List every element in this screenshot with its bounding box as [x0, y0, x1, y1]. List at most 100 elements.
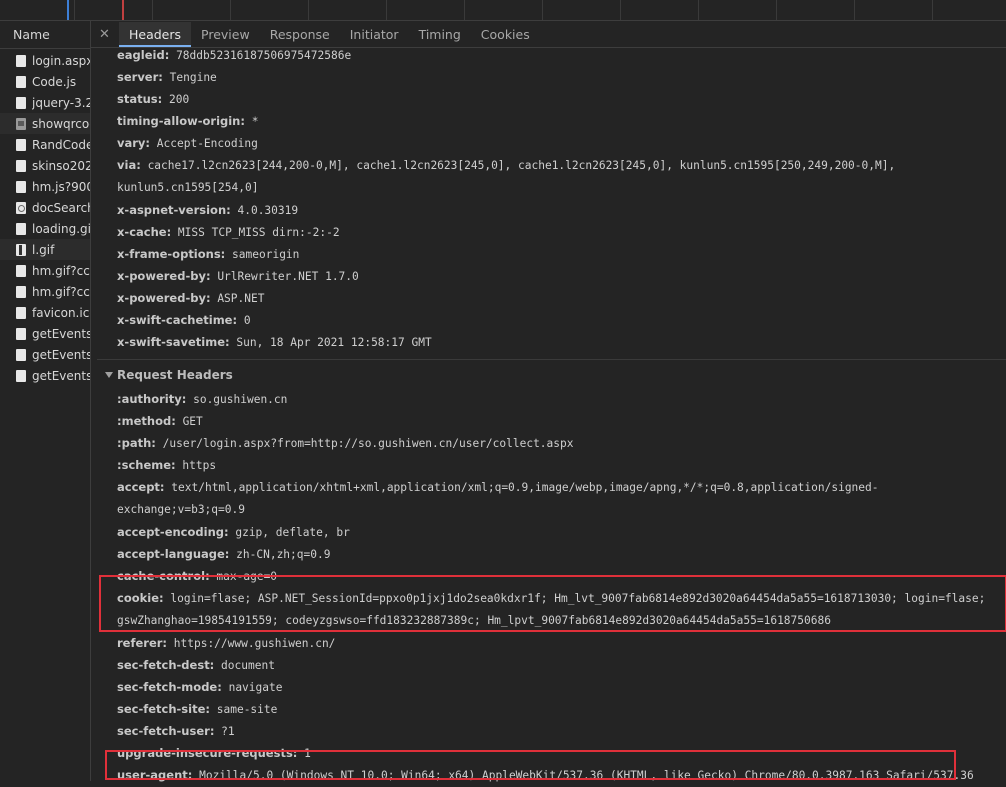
header-value: cache17.l2cn2623[244,200-0,M], cache1.l2… — [117, 159, 896, 194]
request-list-item[interactable]: showqrcode.png — [0, 113, 90, 134]
header-value: document — [221, 659, 275, 672]
header-key: :authority: — [117, 392, 187, 406]
document-icon — [16, 264, 26, 277]
search-doc-icon — [16, 201, 26, 214]
header-row[interactable]: accept-encoding: gzip, deflate, br — [117, 521, 1006, 543]
request-list-item[interactable]: hm.gif?cc=1 — [0, 281, 90, 302]
request-list-item[interactable]: getEvents — [0, 323, 90, 344]
header-row[interactable]: x-powered-by: UrlRewriter.NET 1.7.0 — [117, 265, 1006, 287]
request-list-item[interactable]: Code.js — [0, 71, 90, 92]
request-name: l.gif — [32, 242, 55, 257]
header-key: server: — [117, 70, 163, 84]
request-name: getEvents — [32, 326, 90, 341]
header-row[interactable]: x-cache: MISS TCP_MISS dirn:-2:-2 — [117, 221, 1006, 243]
header-row[interactable]: sec-fetch-mode: navigate — [117, 676, 1006, 698]
header-key: timing-allow-origin: — [117, 114, 245, 128]
request-name: hm.gif?cc=1 — [32, 284, 90, 299]
header-row[interactable]: :path: /user/login.aspx?from=http://so.g… — [117, 432, 1006, 454]
header-key: eagleid: — [117, 48, 170, 62]
header-key: x-powered-by: — [117, 269, 211, 283]
request-list-item[interactable]: getEvents — [0, 365, 90, 386]
request-headers-title: Request Headers — [117, 368, 233, 382]
header-key: status: — [117, 92, 163, 106]
header-row[interactable]: sec-fetch-dest: document — [117, 654, 1006, 676]
dom-content-loaded-marker — [67, 0, 69, 20]
load-event-marker — [122, 0, 124, 20]
header-value: https — [182, 459, 217, 472]
header-key: sec-fetch-dest: — [117, 658, 215, 672]
header-row[interactable]: server: Tengine — [117, 66, 1006, 88]
header-key: x-aspnet-version: — [117, 203, 231, 217]
document-icon — [16, 306, 26, 319]
request-list-item[interactable]: l.gif — [0, 239, 90, 260]
document-icon — [16, 96, 26, 109]
close-icon[interactable]: ✕ — [99, 27, 117, 42]
header-value: gzip, deflate, br — [235, 526, 350, 539]
header-row[interactable]: status: 200 — [117, 88, 1006, 110]
header-row[interactable]: accept-language: zh-CN,zh;q=0.9 — [117, 543, 1006, 565]
document-icon — [16, 369, 26, 382]
header-value: sameorigin — [232, 248, 300, 261]
request-headers-section-toggle[interactable]: Request Headers — [97, 359, 1006, 386]
header-key: x-cache: — [117, 225, 172, 239]
header-row[interactable]: :scheme: https — [117, 454, 1006, 476]
document-icon — [16, 222, 26, 235]
header-row[interactable]: sec-fetch-site: same-site — [117, 698, 1006, 720]
request-name: getEvents — [32, 368, 90, 383]
request-list-item[interactable]: hm.gif?cc=1 — [0, 260, 90, 281]
header-row[interactable]: :authority: so.gushiwen.cn — [117, 388, 1006, 410]
request-list-item[interactable]: login.aspx?from= — [0, 50, 90, 71]
request-list-item[interactable]: docSearch.png — [0, 197, 90, 218]
request-list-panel: Name login.aspx?from= Code.js jquery-3.2.1… — [0, 21, 91, 781]
request-list-item[interactable]: hm.js?9007fab — [0, 176, 90, 197]
header-row[interactable]: :method: GET — [117, 410, 1006, 432]
header-key: :method: — [117, 414, 176, 428]
header-value: * — [251, 115, 259, 128]
header-row[interactable]: sec-fetch-user: ?1 — [117, 720, 1006, 742]
header-row[interactable]: timing-allow-origin: * — [117, 110, 1006, 132]
header-key: x-swift-cachetime: — [117, 313, 238, 327]
header-row[interactable]: x-powered-by: ASP.NET — [117, 287, 1006, 309]
request-list-item[interactable]: favicon.ico — [0, 302, 90, 323]
header-value: Sun, 18 Apr 2021 12:58:17 GMT — [236, 336, 432, 349]
request-name: showqrcode.png — [32, 116, 90, 131]
header-row[interactable]: eagleid: 78ddb52316187506975472586e — [117, 44, 1006, 66]
header-value: same-site — [216, 703, 278, 716]
triangle-down-icon — [105, 372, 113, 378]
header-key: vary: — [117, 136, 151, 150]
request-name: getEvents — [32, 347, 90, 362]
header-row[interactable]: via: cache17.l2cn2623[244,200-0,M], cach… — [117, 154, 995, 199]
name-column-header[interactable]: Name — [0, 21, 90, 49]
request-list-item[interactable]: getEvents — [0, 344, 90, 365]
document-icon — [16, 180, 26, 193]
request-list-item[interactable]: skinso20200114.css — [0, 155, 90, 176]
header-row[interactable]: x-swift-savetime: Sun, 18 Apr 2021 12:58… — [117, 331, 1006, 353]
header-value: Tengine — [169, 71, 217, 84]
request-name: hm.gif?cc=1 — [32, 263, 90, 278]
header-key: x-swift-savetime: — [117, 335, 230, 349]
header-row[interactable]: referer: https://www.gushiwen.cn/ — [117, 632, 1006, 654]
request-list-item[interactable]: RandCode.ashx — [0, 134, 90, 155]
request-list-item[interactable]: jquery-3.2.1.min.js — [0, 92, 90, 113]
request-name: skinso20200114.css — [32, 158, 90, 173]
request-details-panel: ✕ Headers Preview Response Initiator Tim… — [91, 21, 1006, 782]
header-key: accept-encoding: — [117, 525, 229, 539]
header-row[interactable]: accept: text/html,application/xhtml+xml,… — [117, 476, 995, 521]
header-row[interactable]: x-frame-options: sameorigin — [117, 243, 1006, 265]
header-value: ASP.NET — [217, 292, 265, 305]
document-icon — [16, 159, 26, 172]
document-icon — [16, 75, 26, 88]
header-key: sec-fetch-site: — [117, 702, 210, 716]
header-key: x-powered-by: — [117, 291, 211, 305]
header-value: navigate — [228, 681, 283, 694]
header-key: via: — [117, 158, 141, 172]
header-value: UrlRewriter.NET 1.7.0 — [217, 270, 359, 283]
header-row[interactable]: x-aspnet-version: 4.0.30319 — [117, 199, 1006, 221]
header-row[interactable]: vary: Accept-Encoding — [117, 132, 1006, 154]
request-name: hm.js?9007fab — [32, 179, 90, 194]
request-name: RandCode.ashx — [32, 137, 90, 152]
header-value: Accept-Encoding — [156, 137, 258, 150]
header-row[interactable]: x-swift-cachetime: 0 — [117, 309, 1006, 331]
header-key: referer: — [117, 636, 168, 650]
request-list-item[interactable]: loading.gif — [0, 218, 90, 239]
